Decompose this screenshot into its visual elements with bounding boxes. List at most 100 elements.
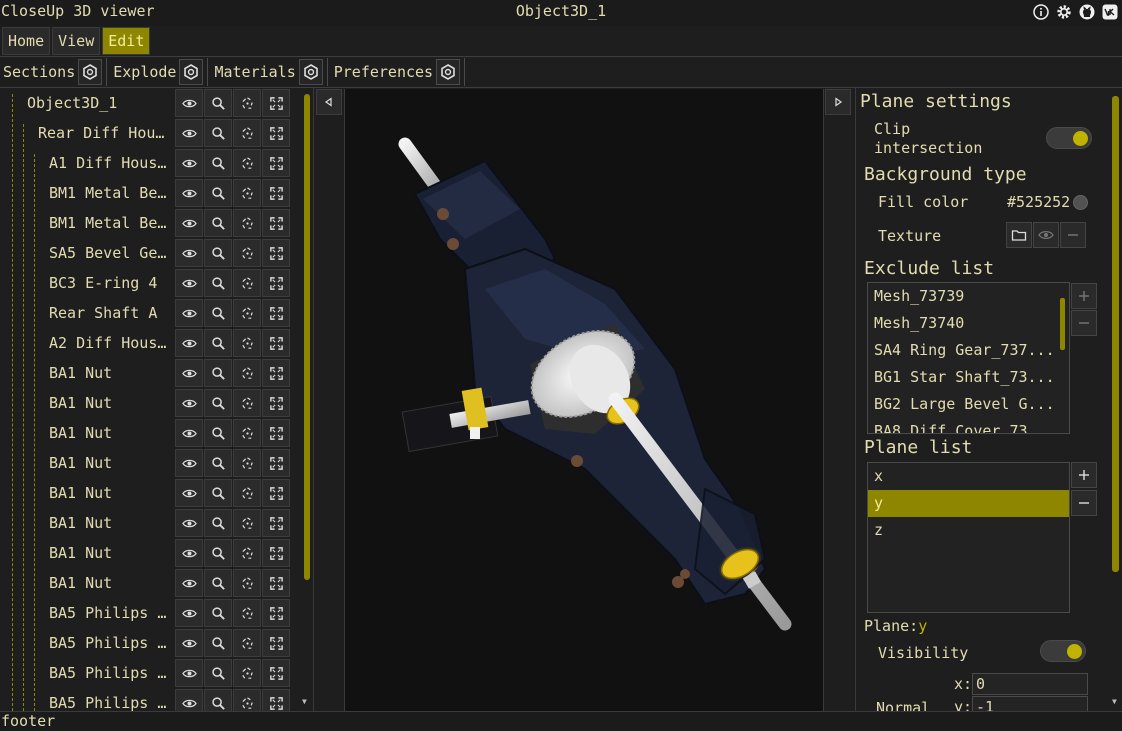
eye-button[interactable] <box>175 509 203 537</box>
eye-button[interactable] <box>175 689 203 711</box>
eye-button[interactable] <box>175 479 203 507</box>
fill-color-swatch[interactable] <box>1073 195 1088 210</box>
collapse-right-button[interactable] <box>825 89 851 115</box>
fit-button[interactable] <box>262 329 290 357</box>
zoom-button[interactable] <box>204 389 232 417</box>
tree-row[interactable]: BA1 Nut <box>0 388 300 418</box>
zoom-button[interactable] <box>204 659 232 687</box>
explode-button[interactable] <box>233 239 261 267</box>
tree-row[interactable]: BA5 Philips Screw <box>0 688 300 711</box>
plane-item-x[interactable]: x <box>868 463 1069 490</box>
tree-row[interactable]: BA1 Nut <box>0 448 300 478</box>
tree-item-label[interactable]: BA1 Nut <box>49 538 172 568</box>
eye-button[interactable] <box>175 659 203 687</box>
fit-button[interactable] <box>262 599 290 627</box>
tree-row[interactable]: BM1 Metal Bearing <box>0 178 300 208</box>
explode-button[interactable] <box>233 599 261 627</box>
visibility-toggle[interactable] <box>1040 640 1086 662</box>
tree-row[interactable]: A1 Diff Housing <box>0 148 300 178</box>
explode-button[interactable] <box>233 419 261 447</box>
tree-item-label[interactable]: BM1 Metal Bearing <box>49 178 172 208</box>
tree-row[interactable]: Rear Shaft A <box>0 298 300 328</box>
collapse-left-button[interactable] <box>316 89 342 115</box>
eye-button[interactable] <box>175 569 203 597</box>
plane-item-y[interactable]: y <box>868 490 1069 517</box>
tree-item-label[interactable]: BA1 Nut <box>49 568 172 598</box>
explode-button[interactable] <box>233 539 261 567</box>
exclude-remove-button[interactable] <box>1071 310 1097 336</box>
fit-button[interactable] <box>262 689 290 711</box>
eye-button[interactable] <box>175 449 203 477</box>
exclude-item[interactable]: BG2 Large Bevel G... <box>868 391 1069 418</box>
zoom-button[interactable] <box>204 689 232 711</box>
explode-button[interactable] <box>233 389 261 417</box>
tree-item-label[interactable]: BC3 E-ring 4 <box>49 268 172 298</box>
fit-button[interactable] <box>262 419 290 447</box>
explode-button[interactable] <box>233 209 261 237</box>
tree-item-label[interactable]: A2 Diff Housing <box>49 328 172 358</box>
exclude-list[interactable]: Mesh_73739 Mesh_73740 SA4 Ring Gear_737.… <box>867 282 1070 434</box>
zoom-button[interactable] <box>204 419 232 447</box>
zoom-button[interactable] <box>204 299 232 327</box>
eye-button[interactable] <box>175 149 203 177</box>
explode-button[interactable] <box>233 149 261 177</box>
fit-button[interactable] <box>262 209 290 237</box>
sections-button[interactable] <box>78 59 103 85</box>
explode-button[interactable] <box>233 119 261 147</box>
exclude-item[interactable]: BA8 Diff Cover 73... <box>868 418 1069 433</box>
tree-row[interactable]: SA5 Bevel Gear <box>0 238 300 268</box>
fit-button[interactable] <box>262 299 290 327</box>
fit-button[interactable] <box>262 389 290 417</box>
preferences-button[interactable] <box>436 59 461 85</box>
exclude-list-scrollbar[interactable] <box>1060 298 1065 350</box>
fit-button[interactable] <box>262 89 290 117</box>
explode-button[interactable] <box>233 329 261 357</box>
tree-row[interactable]: BA5 Philips Screw <box>0 628 300 658</box>
tree-item-label[interactable]: BA5 Philips Screw <box>49 658 172 688</box>
eye-button[interactable] <box>175 599 203 627</box>
plane-add-button[interactable] <box>1071 462 1097 488</box>
eye-button[interactable] <box>175 209 203 237</box>
explode-button[interactable] <box>233 449 261 477</box>
explode-button[interactable] <box>233 479 261 507</box>
tree-item-label[interactable]: Rear Diff Housing <box>38 118 172 148</box>
tree-item-label[interactable]: Object3D_1 <box>27 88 172 118</box>
fit-button[interactable] <box>262 629 290 657</box>
fit-button[interactable] <box>262 239 290 267</box>
tree-item-label[interactable]: BA1 Nut <box>49 358 172 388</box>
fit-button[interactable] <box>262 539 290 567</box>
menu-edit[interactable]: Edit <box>102 27 151 55</box>
fit-button[interactable] <box>262 479 290 507</box>
eye-button[interactable] <box>175 89 203 117</box>
zoom-button[interactable] <box>204 269 232 297</box>
explode-button[interactable] <box>233 629 261 657</box>
tree-item-label[interactable]: BA1 Nut <box>49 478 172 508</box>
eye-button[interactable] <box>175 119 203 147</box>
explode-button[interactable] <box>233 359 261 387</box>
eye-button[interactable] <box>175 629 203 657</box>
materials-button[interactable] <box>298 59 323 85</box>
tree-row[interactable]: BA5 Philips Screw <box>0 598 300 628</box>
eye-button[interactable] <box>175 419 203 447</box>
tree-row[interactable]: A2 Diff Housing <box>0 328 300 358</box>
clip-intersection-toggle[interactable] <box>1046 127 1092 149</box>
texture-open-button[interactable] <box>1006 222 1032 248</box>
explode-button[interactable] <box>233 299 261 327</box>
zoom-button[interactable] <box>204 569 232 597</box>
explode-button[interactable] <box>233 689 261 711</box>
eye-button[interactable] <box>175 299 203 327</box>
fit-button[interactable] <box>262 149 290 177</box>
zoom-button[interactable] <box>204 179 232 207</box>
exclude-item[interactable]: SA4 Ring Gear_737... <box>868 337 1069 364</box>
scroll-down-arrow-icon[interactable]: ▼ <box>1112 697 1117 706</box>
settings-icon[interactable] <box>1056 4 1072 20</box>
eye-button[interactable] <box>175 389 203 417</box>
eye-button[interactable] <box>175 359 203 387</box>
explode-button[interactable] <box>233 179 261 207</box>
tree-row[interactable]: Rear Diff Housing <box>0 118 300 148</box>
fit-button[interactable] <box>262 119 290 147</box>
explode-button[interactable] <box>233 269 261 297</box>
zoom-button[interactable] <box>204 599 232 627</box>
explode-button[interactable] <box>233 89 261 117</box>
vk-icon[interactable] <box>1102 4 1118 20</box>
